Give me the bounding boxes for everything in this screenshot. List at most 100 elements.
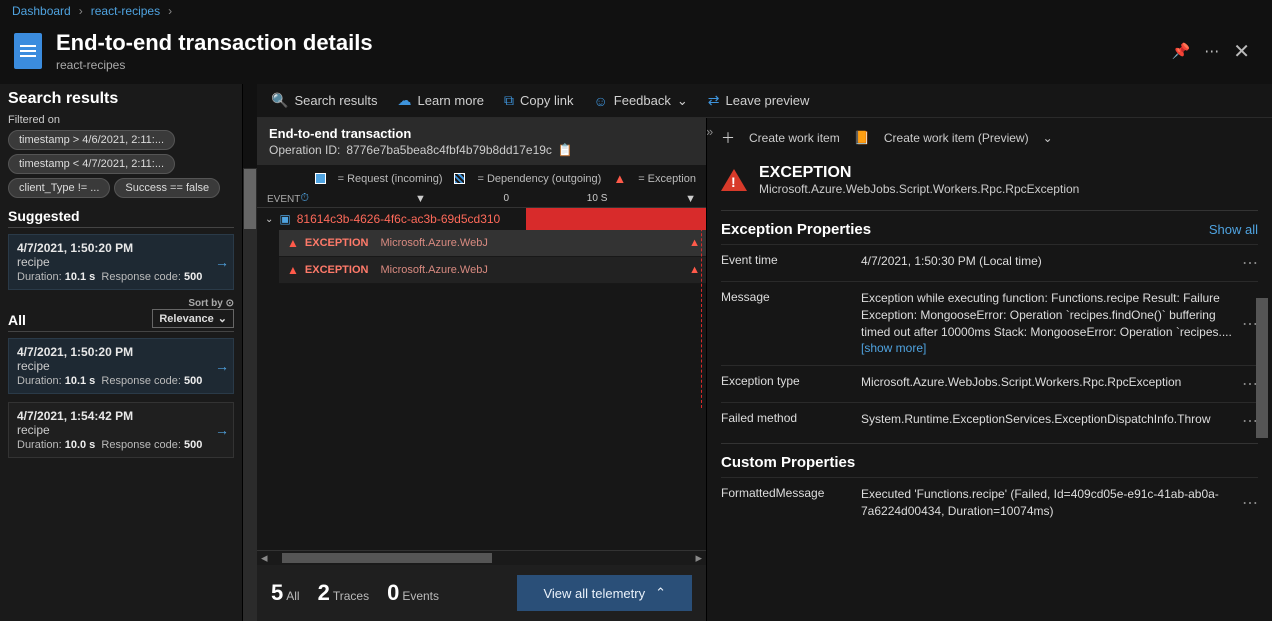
funnel-icon[interactable]: ▼ [415, 193, 426, 205]
search-icon: 🔍 [271, 92, 288, 109]
create-work-item-button[interactable]: Create work item [749, 131, 840, 145]
horizontal-scrollbar[interactable]: ◂ ▸ [257, 551, 706, 565]
suggested-label: Suggested [8, 208, 234, 228]
warning-icon: ▲ [287, 236, 299, 250]
expand-icon[interactable]: » [707, 124, 713, 139]
breadcrumb: Dashboard › react-recipes › [0, 0, 1272, 22]
exception-row[interactable]: ▲ EXCEPTION Microsoft.Azure.WebJ ▲ [279, 230, 706, 257]
property-key: FormattedMessage [721, 486, 851, 520]
exception-properties-panel: » ＋ Create work item 📙 Create work item … [707, 118, 1272, 621]
property-key: Failed method [721, 411, 851, 431]
property-key: Event time [721, 253, 851, 273]
chevron-down-icon: ⌄ [677, 93, 688, 109]
tick-label: 10 S [587, 193, 608, 205]
filtered-on-label: Filtered on [8, 114, 234, 126]
transaction-timeline-panel: End-to-end transaction Operation ID: 877… [257, 118, 707, 621]
filter-chip[interactable]: timestamp < 4/7/2021, 2:11:... [8, 154, 175, 174]
create-work-item-preview-button[interactable]: Create work item (Preview) [884, 131, 1029, 145]
filter-icon[interactable]: ⏱ [300, 192, 309, 205]
chevron-down-icon: ⌄ [265, 214, 273, 225]
property-value: Executed 'Functions.recipe' (Failed, Id=… [861, 486, 1232, 520]
exception-legend-icon: ▲ [613, 171, 626, 186]
funnel-icon[interactable]: ▼ [685, 193, 696, 205]
property-value: 4/7/2021, 1:50:30 PM (Local time) [861, 253, 1232, 273]
chevron-right-icon: › [79, 4, 83, 18]
property-key: Exception type [721, 374, 851, 394]
link-icon[interactable]: 📋 [558, 143, 573, 157]
arrow-right-icon: → [215, 254, 229, 270]
chevron-up-icon: ⌃ [655, 585, 666, 601]
learn-more-button[interactable]: ☁ Learn more [398, 92, 484, 109]
scrollbar[interactable] [1256, 238, 1270, 538]
chevron-right-icon: › [168, 4, 172, 18]
warning-icon [721, 169, 747, 191]
copy-icon: ⧉ [504, 92, 514, 109]
filter-chip[interactable]: client_Type != ... [8, 178, 110, 198]
plus-icon: ＋ [721, 128, 735, 148]
timeline-legend: = Request (incoming) = Dependency (outgo… [257, 165, 706, 192]
exception-row[interactable]: ▲ EXCEPTION Microsoft.Azure.WebJ ▲ [279, 257, 706, 284]
duration-bar [526, 208, 706, 230]
more-icon[interactable]: ⋯ [1204, 42, 1219, 60]
cube-icon: ▣ [279, 212, 290, 226]
result-name: recipe [17, 423, 225, 437]
result-card[interactable]: 4/7/2021, 1:50:20 PM recipe Duration: 10… [8, 234, 234, 290]
operation-id: Operation ID: 8776e7ba5bea8c4fbf4b79b8dd… [269, 143, 694, 157]
telemetry-counts: 5All 2Traces 0Events [271, 580, 439, 606]
scrollbar[interactable] [243, 168, 257, 621]
warning-icon: ▲ [689, 237, 700, 249]
property-row: FormattedMessage Executed 'Functions.rec… [721, 477, 1258, 528]
chevron-down-icon: ⌄ [1043, 131, 1053, 145]
page-subtitle: react-recipes [56, 58, 1158, 72]
breadcrumb-app[interactable]: react-recipes [91, 4, 160, 18]
result-card[interactable]: 4/7/2021, 1:50:20 PM recipe Duration: 10… [8, 338, 234, 394]
result-timestamp: 4/7/2021, 1:54:42 PM [17, 409, 225, 423]
property-key: Message [721, 290, 851, 357]
event-column-label: EVENT [267, 194, 300, 205]
property-value: System.Runtime.ExceptionServices.Excepti… [861, 411, 1232, 431]
sort-dropdown[interactable]: Relevance ⌄ [152, 309, 234, 328]
exception-banner: EXCEPTION Microsoft.Azure.WebJobs.Script… [721, 158, 1258, 210]
sort-by-label: Sort by ⊙ [152, 298, 234, 309]
property-row: Exception type Microsoft.Azure.WebJobs.S… [721, 365, 1258, 402]
leave-preview-button[interactable]: ⇄ Leave preview [708, 92, 810, 109]
close-icon[interactable]: ✕ [1233, 39, 1258, 64]
pin-icon[interactable]: 📌 [1172, 42, 1191, 60]
exception-title: EXCEPTION [759, 164, 1079, 182]
result-meta: Duration: 10.0 s Response code: 500 [17, 439, 225, 451]
arrow-right-icon: → [215, 422, 229, 438]
property-row: Event time 4/7/2021, 1:50:30 PM (Local t… [721, 244, 1258, 281]
show-all-link[interactable]: Show all [1209, 222, 1258, 237]
operation-row[interactable]: ⌄ ▣ 81614c3b-4626-4f6c-ac3b-69d5cd310 [257, 208, 706, 230]
tick-label: 0 [504, 193, 510, 205]
breadcrumb-dashboard[interactable]: Dashboard [12, 4, 71, 18]
smile-icon: ☺ [593, 93, 607, 109]
property-value: Microsoft.Azure.WebJobs.Script.Workers.R… [861, 374, 1232, 394]
exception-type: Microsoft.Azure.WebJobs.Script.Workers.R… [759, 182, 1079, 196]
result-meta: Duration: 10.1 s Response code: 500 [17, 375, 225, 387]
filter-chip[interactable]: Success == false [114, 178, 220, 198]
view-all-telemetry-button[interactable]: View all telemetry ⌃ [517, 575, 692, 611]
request-legend-icon [315, 173, 326, 184]
search-results-button[interactable]: 🔍 Search results [271, 92, 378, 109]
search-results-panel: Search results Filtered on timestamp > 4… [0, 84, 243, 621]
show-more-link[interactable]: [show more] [861, 341, 926, 355]
property-value: Exception while executing function: Func… [861, 290, 1232, 357]
workbook-icon: 📙 [854, 130, 870, 146]
result-name: recipe [17, 359, 225, 373]
swap-icon: ⇄ [708, 92, 720, 109]
result-card[interactable]: 4/7/2021, 1:54:42 PM recipe Duration: 10… [8, 402, 234, 458]
warning-icon: ▲ [689, 264, 700, 276]
property-row: Failed method System.Runtime.ExceptionSe… [721, 402, 1258, 439]
all-label: All Sort by ⊙ Relevance ⌄ [8, 298, 234, 332]
warning-icon: ▲ [287, 263, 299, 277]
filter-chip[interactable]: timestamp > 4/6/2021, 2:11:... [8, 130, 175, 150]
timeline-marker [701, 208, 702, 408]
search-results-title: Search results [8, 90, 234, 108]
chevron-down-icon: ⌄ [218, 312, 227, 325]
page-header: End-to-end transaction details react-rec… [0, 22, 1272, 84]
copy-link-button[interactable]: ⧉ Copy link [504, 92, 573, 109]
feedback-button[interactable]: ☺ Feedback ⌄ [593, 93, 687, 109]
result-timestamp: 4/7/2021, 1:50:20 PM [17, 345, 225, 359]
cloud-icon: ☁ [398, 92, 412, 109]
